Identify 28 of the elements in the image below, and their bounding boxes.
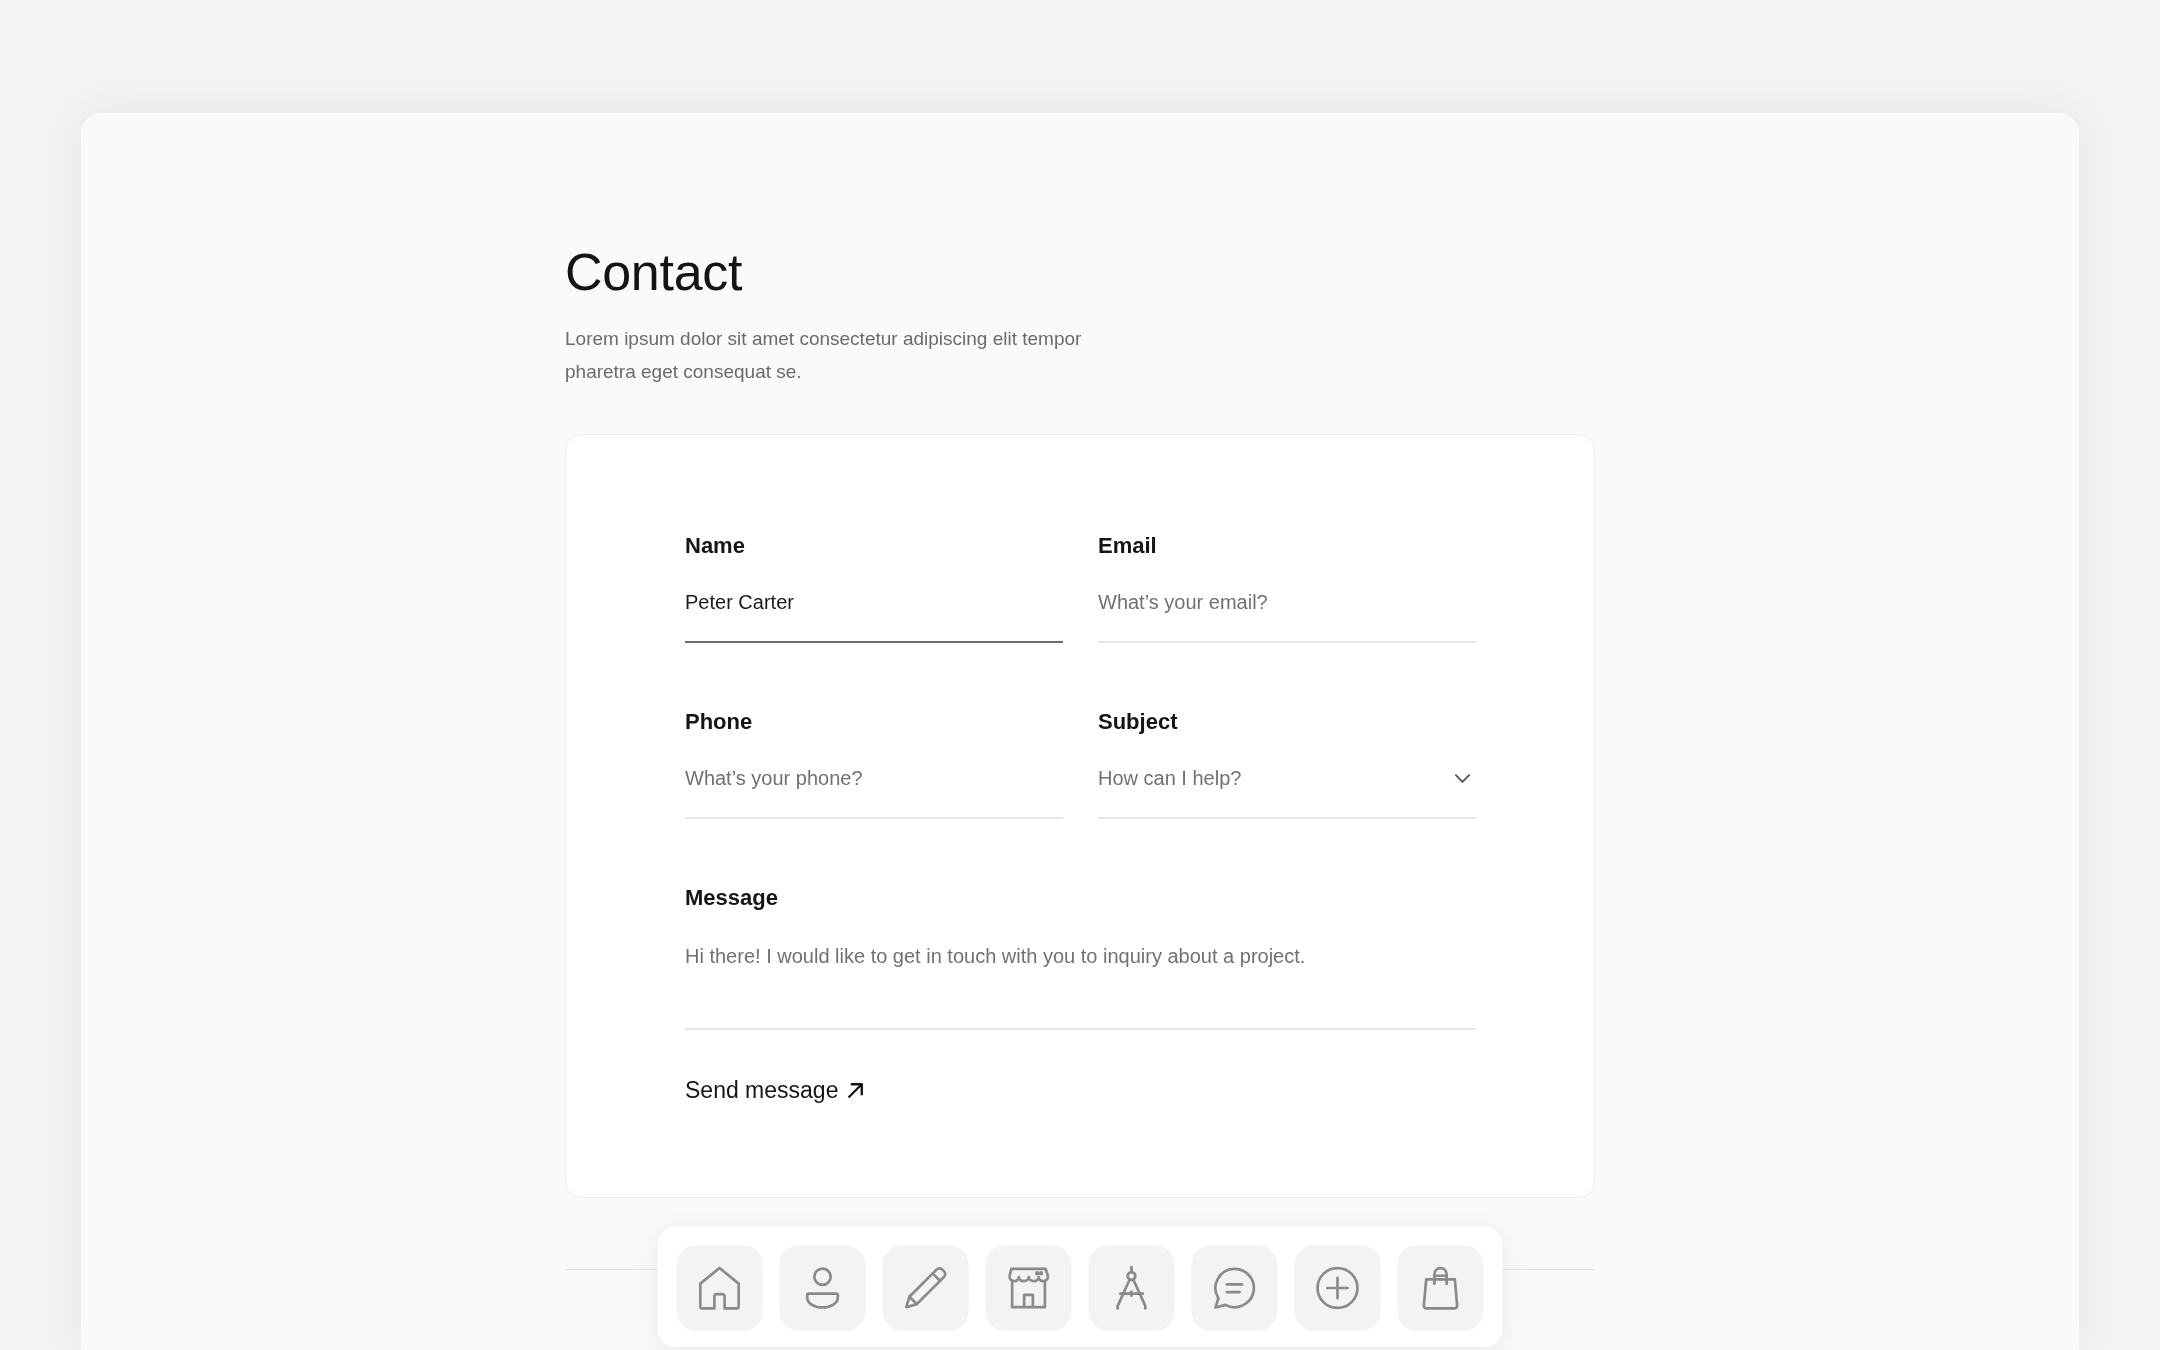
pencil-button[interactable] (882, 1245, 969, 1331)
page-description: Lorem ipsum dolor sit amet consectetur adipiscing elit tempor pharetra eget consequat se. (565, 327, 1083, 384)
chat-bubble-icon (1212, 1266, 1257, 1310)
text-field[interactable]: What’s your email? (1098, 575, 1476, 643)
send-message-button[interactable]: Send message (685, 1075, 864, 1105)
chat-bubble-button[interactable] (1191, 1245, 1278, 1331)
drafting-compass-button[interactable] (1088, 1245, 1175, 1331)
field-label: Message (685, 884, 779, 912)
field-label: Phone (685, 708, 754, 736)
storefront-icon (1006, 1266, 1051, 1310)
page-title: Contact (565, 242, 744, 303)
shopping-bag-button[interactable] (1397, 1245, 1484, 1331)
user-button[interactable] (779, 1245, 866, 1331)
plus-circle-icon (1315, 1266, 1360, 1310)
storefront-button[interactable] (985, 1245, 1072, 1331)
select-field[interactable]: How can I help? (1098, 751, 1476, 819)
home-icon (697, 1266, 742, 1310)
pencil-icon (903, 1266, 948, 1310)
field-label: Email (1098, 532, 1158, 560)
chevron-down-icon (1455, 773, 1470, 783)
text-field[interactable]: What’s your phone? (685, 751, 1063, 819)
field-label: Name (685, 532, 746, 560)
message-field[interactable]: Hi there! I would like to get in touch with you to inquiry about a project. (685, 927, 1476, 1030)
home-button[interactable] (676, 1245, 763, 1331)
field-label: Subject (1098, 708, 1179, 736)
text-field[interactable]: Peter Carter (685, 575, 1063, 643)
arrow-up-right-icon (848, 1082, 864, 1098)
plus-circle-button[interactable] (1294, 1245, 1381, 1331)
